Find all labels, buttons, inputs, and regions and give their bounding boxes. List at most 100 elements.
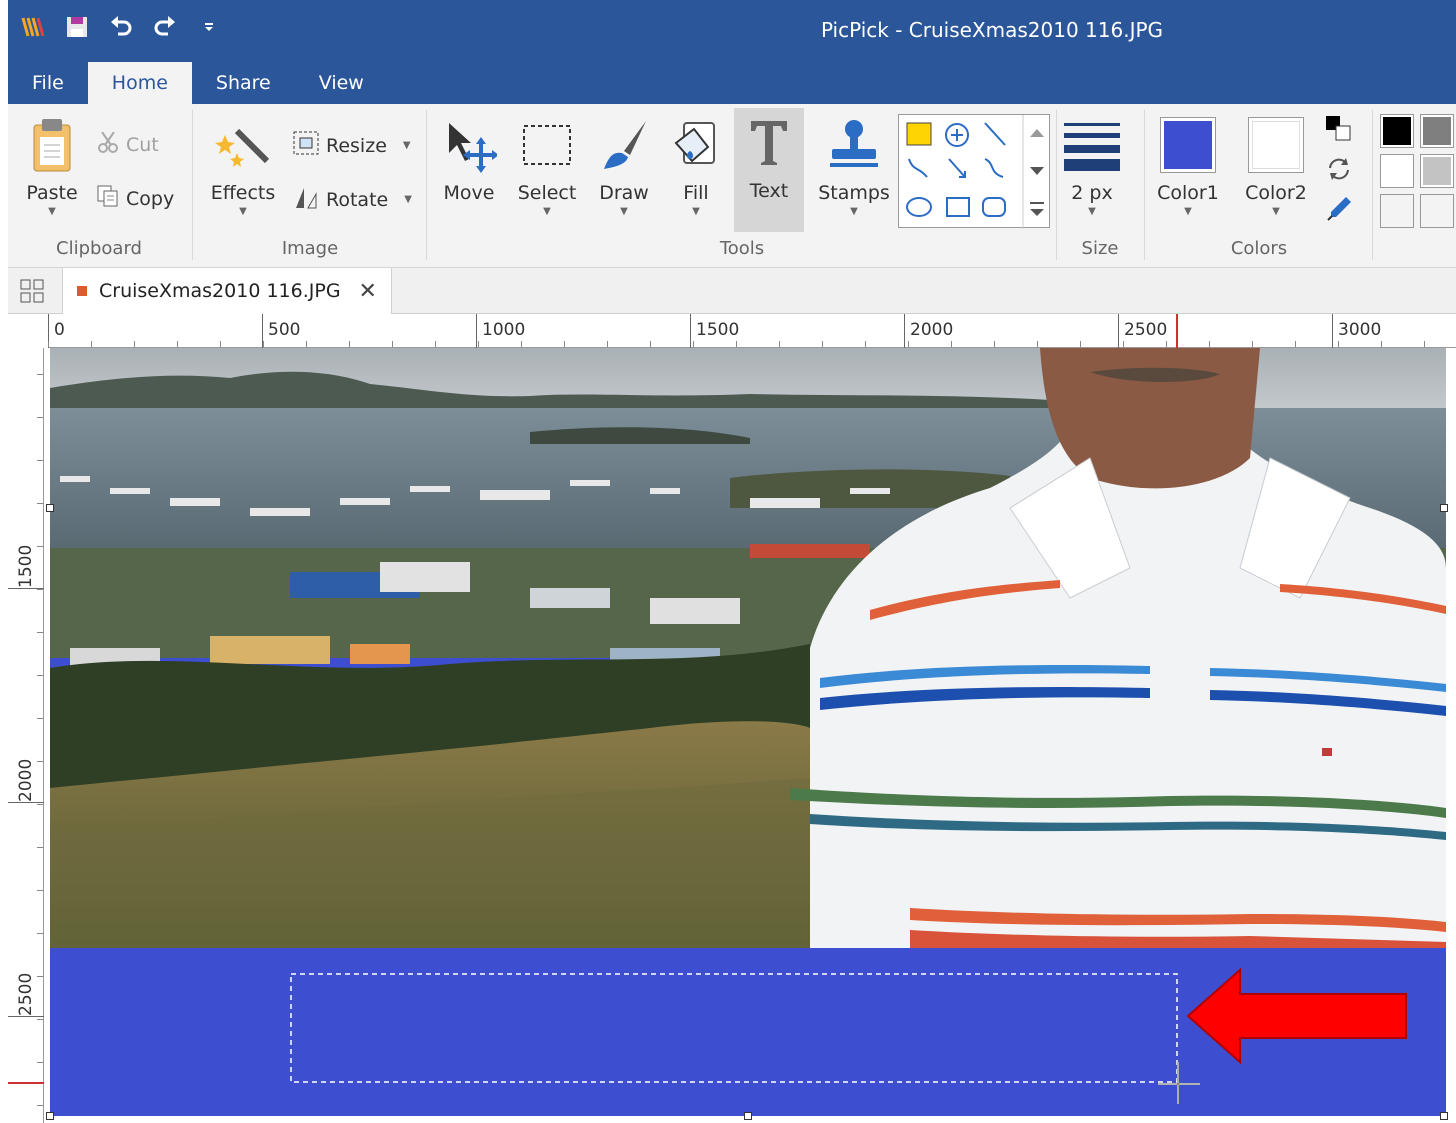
ruler-minor-tick [37, 976, 43, 977]
paste-button[interactable]: Paste ▼ [22, 110, 82, 230]
paste-icon [30, 110, 74, 180]
group-divider [192, 110, 193, 260]
size-button[interactable]: 2 px ▼ [1058, 110, 1126, 230]
palette-swatch[interactable] [1380, 194, 1414, 228]
default-colors-icon[interactable] [1324, 114, 1354, 148]
document-tab[interactable]: CruiseXmas2010 116.JPG ✕ [62, 268, 392, 314]
canvas-resize-handle[interactable] [744, 1112, 752, 1120]
close-icon[interactable]: ✕ [359, 279, 377, 304]
ruler-minor-tick [37, 1105, 43, 1106]
tab-share[interactable]: Share [192, 62, 295, 104]
palette-swatch[interactable] [1420, 194, 1454, 228]
stamps-button[interactable]: Stamps ▼ [814, 110, 894, 230]
rotate-button[interactable]: Rotate ▼ [292, 184, 412, 215]
move-button[interactable]: Move [436, 110, 502, 230]
select-button[interactable]: Select ▼ [514, 110, 580, 230]
color1-button[interactable]: Color1 ▼ [1152, 110, 1224, 230]
cursor-position-marker [8, 1082, 44, 1084]
ruler-minor-tick [37, 761, 43, 762]
ruler-minor-tick [521, 341, 522, 347]
ruler-minor-tick [37, 890, 43, 891]
ruler-minor-tick [37, 589, 43, 590]
ruler-tick [8, 1016, 44, 1017]
ruler-minor-tick [37, 1062, 43, 1063]
ruler-minor-tick [392, 341, 393, 347]
effects-button[interactable]: Effects ▼ [208, 110, 278, 230]
ruler-tick [1118, 314, 1119, 348]
canvas-resize-handle[interactable] [1440, 504, 1448, 512]
color2-button[interactable]: Color2 ▼ [1240, 110, 1312, 230]
scissors-icon [96, 130, 120, 159]
red-arrow-annotation[interactable] [1184, 966, 1410, 1066]
ruler-minor-tick [693, 341, 694, 347]
ruler-label: 1500 [16, 544, 36, 588]
canvas-resize-handle[interactable] [46, 504, 54, 512]
ruler-label: 3000 [1338, 320, 1382, 340]
ruler-minor-tick [1080, 341, 1081, 347]
ruler-minor-tick [435, 341, 436, 347]
ruler-minor-tick [37, 460, 43, 461]
canvas-resize-handle[interactable] [46, 1112, 54, 1120]
copy-icon [96, 184, 120, 213]
fill-button[interactable]: Fill ▼ [668, 110, 724, 230]
resize-button[interactable]: Resize ▼ [292, 130, 411, 161]
color2-swatch [1248, 117, 1304, 173]
resize-icon [292, 130, 320, 161]
document-tab-strip: CruiseXmas2010 116.JPG ✕ [8, 268, 1456, 314]
draw-button[interactable]: Draw ▼ [594, 110, 654, 230]
cut-button[interactable]: Cut [96, 130, 159, 159]
ruler-tick [476, 314, 477, 348]
copy-button[interactable]: Copy [96, 184, 174, 213]
palette-swatch[interactable] [1420, 114, 1454, 148]
tab-home[interactable]: Home [87, 62, 192, 104]
ruler-label: 2000 [16, 758, 36, 802]
ruler-minor-tick [1295, 341, 1296, 347]
group-label-size: Size [1081, 238, 1119, 259]
ruler-label: 2500 [1124, 320, 1168, 340]
text-button[interactable]: Text [734, 108, 804, 232]
ruler-minor-tick [263, 341, 264, 347]
chevron-down-icon: ▼ [850, 206, 858, 217]
ruler-minor-tick [779, 341, 780, 347]
palette-swatch[interactable] [1380, 154, 1414, 188]
ruler-minor-tick [134, 341, 135, 347]
palette-swatch[interactable] [1380, 114, 1414, 148]
ruler-minor-tick [650, 341, 651, 347]
window-title: PicPick - CruiseXmas2010 116.JPG [820, 18, 1164, 42]
shapes-gallery[interactable] [898, 114, 1050, 229]
ruler-label: 1000 [482, 320, 526, 340]
tab-view[interactable]: View [295, 62, 388, 104]
group-label-image: Image [281, 238, 339, 259]
tab-file[interactable]: File [8, 62, 88, 104]
ruler-minor-tick [37, 374, 43, 375]
ruler-minor-tick [37, 718, 43, 719]
eyedropper-icon[interactable] [1324, 194, 1354, 228]
rotate-icon [292, 184, 320, 215]
canvas-resize-handle[interactable] [1440, 1112, 1448, 1120]
chevron-down-icon: ▼ [48, 206, 56, 217]
ruler-minor-tick [865, 341, 866, 347]
document-tab-label: CruiseXmas2010 116.JPG [99, 280, 341, 302]
grid-view-icon[interactable] [20, 279, 44, 307]
ruler-label: 1500 [696, 320, 740, 340]
cursor-position-marker [1176, 314, 1178, 348]
line-weight-icon [1064, 110, 1120, 180]
ruler-minor-tick [478, 341, 479, 347]
horizontal-ruler: 0 500 1000 1500 2000 2500 3000 [48, 314, 1456, 348]
ruler-minor-tick [220, 341, 221, 347]
swap-colors-icon[interactable] [1324, 154, 1354, 188]
image-canvas[interactable] [50, 348, 1446, 1116]
ruler-minor-tick [37, 933, 43, 934]
ruler-minor-tick [736, 341, 737, 347]
ruler-minor-tick [951, 341, 952, 347]
palette-swatch[interactable] [1420, 154, 1454, 188]
ruler-minor-tick [1037, 341, 1038, 347]
title-bar: PicPick - CruiseXmas2010 116.JPG [8, 0, 1456, 62]
ruler-label: 2000 [910, 320, 954, 340]
color1-swatch [1160, 117, 1216, 173]
ruler-label: 0 [54, 320, 65, 340]
chevron-down-icon: ▼ [1272, 206, 1280, 217]
ruler-minor-tick [306, 341, 307, 347]
chevron-down-icon: ▼ [620, 206, 628, 217]
chevron-down-icon: ▼ [402, 140, 411, 151]
